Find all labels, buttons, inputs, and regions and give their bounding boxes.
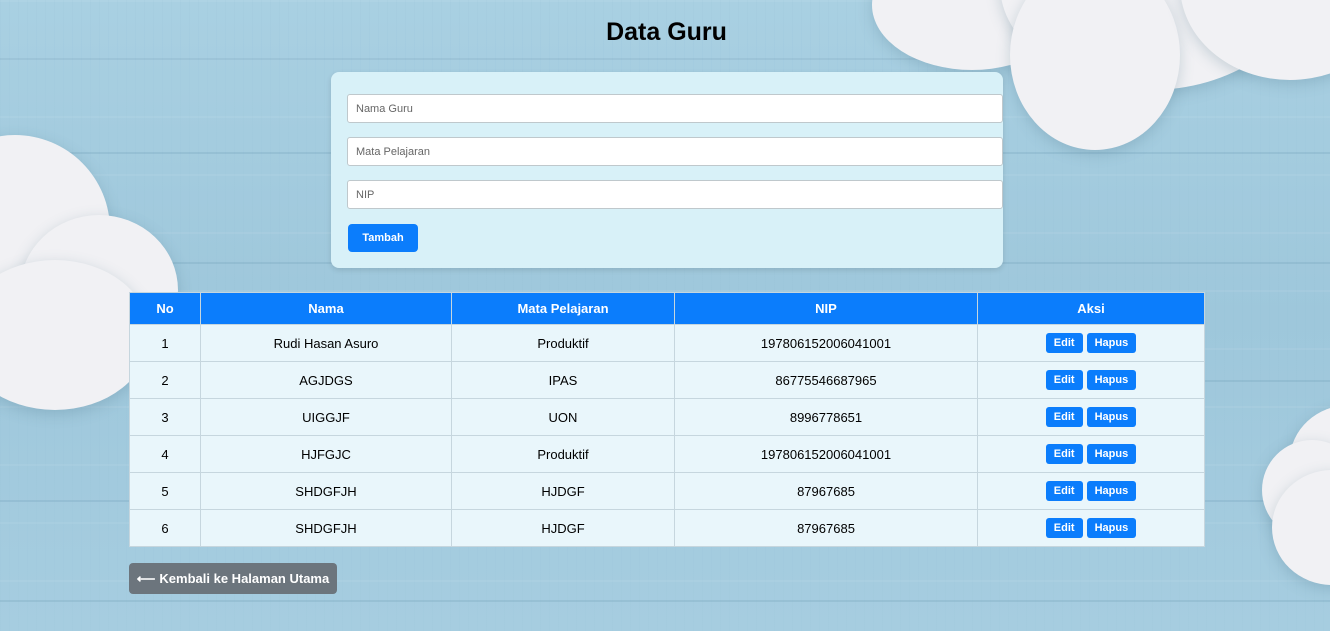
cell-nama: SHDGFJH (200, 509, 452, 547)
table-row: 6 SHDGFJH HJDGF 87967685 Edit Hapus (129, 509, 1205, 547)
column-header-nip: NIP (674, 292, 978, 325)
tambah-button[interactable]: Tambah (348, 224, 418, 252)
cell-mata-pelajaran: Produktif (451, 324, 675, 362)
cell-nama: SHDGFJH (200, 472, 452, 510)
cell-aksi: Edit Hapus (977, 361, 1205, 399)
arrow-left-icon: ⟵ (136, 570, 156, 586)
mata-pelajaran-input[interactable] (347, 137, 1003, 166)
edit-button[interactable]: Edit (1045, 370, 1083, 390)
cell-aksi: Edit Hapus (977, 509, 1205, 547)
cell-nip: 87967685 (674, 472, 978, 510)
nama-guru-input[interactable] (347, 94, 1003, 123)
cell-nip: 197806152006041001 (674, 435, 978, 473)
cell-no: 2 (129, 361, 201, 399)
hapus-button[interactable]: Hapus (1086, 481, 1137, 501)
column-header-nama: Nama (200, 292, 452, 325)
table-header-row: No Nama Mata Pelajaran NIP Aksi (129, 292, 1205, 325)
cell-nip: 197806152006041001 (674, 324, 978, 362)
edit-button[interactable]: Edit (1045, 518, 1083, 538)
edit-button[interactable]: Edit (1045, 481, 1083, 501)
table-row: 2 AGJDGS IPAS 86775546687965 Edit Hapus (129, 361, 1205, 399)
hapus-button[interactable]: Hapus (1086, 444, 1137, 464)
edit-button[interactable]: Edit (1045, 444, 1083, 464)
cell-no: 1 (129, 324, 201, 362)
cell-nip: 87967685 (674, 509, 978, 547)
back-button-label: Kembali ke Halaman Utama (159, 571, 330, 586)
page-title: Data Guru (606, 18, 727, 46)
edit-button[interactable]: Edit (1045, 333, 1083, 353)
table-row: 3 UIGGJF UON 8996778651 Edit Hapus (129, 398, 1205, 436)
teacher-table: No Nama Mata Pelajaran NIP Aksi 1 Rudi H… (129, 292, 1205, 547)
column-header-aksi: Aksi (977, 292, 1205, 325)
cell-nama: Rudi Hasan Asuro (200, 324, 452, 362)
cell-no: 4 (129, 435, 201, 473)
edit-button[interactable]: Edit (1045, 407, 1083, 427)
cell-no: 5 (129, 472, 201, 510)
table-row: 4 HJFGJC Produktif 197806152006041001 Ed… (129, 435, 1205, 473)
add-teacher-form: Tambah (331, 72, 1003, 268)
cell-mata-pelajaran: HJDGF (451, 472, 675, 510)
cell-nama: AGJDGS (200, 361, 452, 399)
cell-aksi: Edit Hapus (977, 435, 1205, 473)
cell-nip: 86775546687965 (674, 361, 978, 399)
cell-aksi: Edit Hapus (977, 472, 1205, 510)
hapus-button[interactable]: Hapus (1086, 333, 1137, 353)
cell-aksi: Edit Hapus (977, 398, 1205, 436)
hapus-button[interactable]: Hapus (1086, 407, 1137, 427)
table-row: 1 Rudi Hasan Asuro Produktif 19780615200… (129, 324, 1205, 362)
column-header-mata-pelajaran: Mata Pelajaran (451, 292, 675, 325)
cell-nama: UIGGJF (200, 398, 452, 436)
column-header-no: No (129, 292, 201, 325)
cell-nama: HJFGJC (200, 435, 452, 473)
cell-no: 3 (129, 398, 201, 436)
cell-no: 6 (129, 509, 201, 547)
cell-mata-pelajaran: UON (451, 398, 675, 436)
back-to-home-button[interactable]: ⟵ Kembali ke Halaman Utama (129, 563, 337, 594)
cell-mata-pelajaran: Produktif (451, 435, 675, 473)
nip-input[interactable] (347, 180, 1003, 209)
hapus-button[interactable]: Hapus (1086, 370, 1137, 390)
hapus-button[interactable]: Hapus (1086, 518, 1137, 538)
cell-aksi: Edit Hapus (977, 324, 1205, 362)
page: Data Guru Tambah No Nama Mata Pelajaran … (0, 0, 1330, 631)
cell-mata-pelajaran: HJDGF (451, 509, 675, 547)
table-row: 5 SHDGFJH HJDGF 87967685 Edit Hapus (129, 472, 1205, 510)
cell-mata-pelajaran: IPAS (451, 361, 675, 399)
cell-nip: 8996778651 (674, 398, 978, 436)
